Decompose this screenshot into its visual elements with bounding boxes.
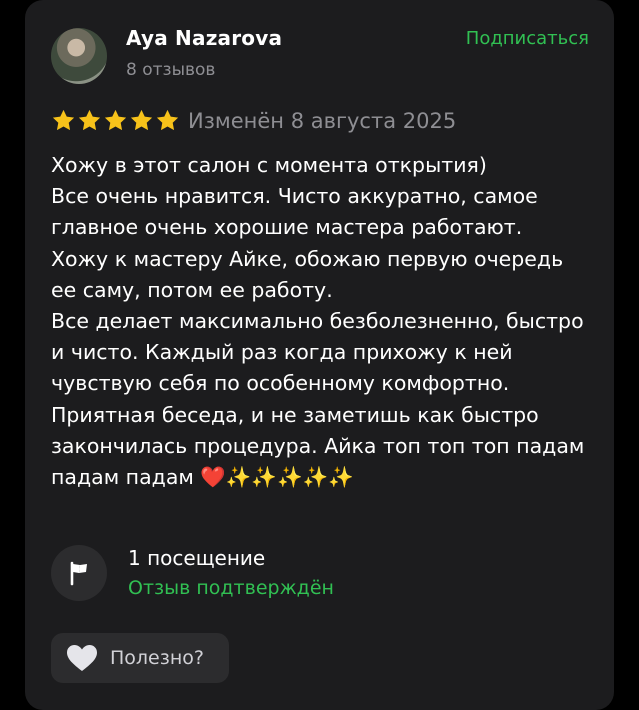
avatar[interactable] [51,28,107,84]
subscribe-button[interactable]: Подписаться [466,28,589,49]
review-date: Изменён 8 августа 2025 [188,109,457,133]
visit-count: 1 посещение [128,546,266,570]
helpful-button[interactable]: Полезно? [51,633,229,683]
rating-stars [51,108,180,133]
flag-icon [70,561,87,586]
verified-label: Отзыв подтверждён [128,577,334,599]
heart-icon [67,645,97,671]
star-icon [156,109,179,131]
star-icon [78,109,101,131]
star-icon [104,109,127,131]
author-name[interactable]: Aya Nazarova [126,26,282,50]
star-icon [52,109,75,131]
star-icon [130,109,153,131]
visit-badge [51,545,107,601]
helpful-label: Полезно? [110,647,204,669]
review-text: Хожу в этот салон с момента открытия) Вс… [51,153,585,490]
author-reviews-count: 8 отзывов [126,60,216,80]
